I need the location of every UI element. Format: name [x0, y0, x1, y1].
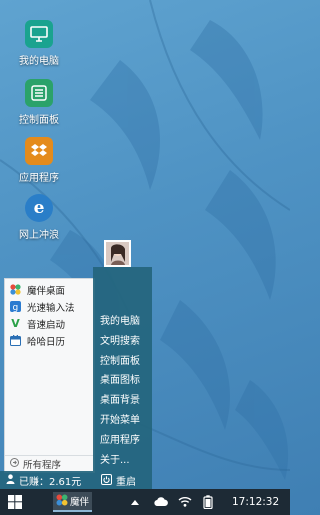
- restart-label: 重启: [116, 477, 136, 488]
- battery-icon[interactable]: [202, 495, 214, 512]
- program-item[interactable]: 哈哈日历: [5, 332, 94, 349]
- v-launcher-icon: V: [11, 317, 20, 330]
- program-item[interactable]: g 光速输入法: [5, 298, 94, 315]
- power-icon: [101, 473, 112, 488]
- menu-link-control-panel[interactable]: 控制面板: [100, 352, 140, 372]
- input-method-icon: g: [10, 301, 21, 312]
- program-item[interactable]: 魔伴桌面: [5, 281, 94, 298]
- start-menu-footer: 已赚：2.61元 重启: [0, 471, 152, 489]
- desktop-icon-internet[interactable]: e 网上冲浪: [12, 194, 66, 241]
- menu-link-applications[interactable]: 应用程序: [100, 431, 140, 451]
- menu-link-desktop-icons[interactable]: 桌面图标: [100, 371, 140, 391]
- program-item[interactable]: V 音速启动: [5, 315, 94, 332]
- user-avatar[interactable]: [104, 240, 131, 267]
- desktop-icon-label: 应用程序: [19, 173, 59, 184]
- desktop-icon-control-panel[interactable]: 控制面板: [12, 79, 66, 126]
- menu-link-search[interactable]: 文明搜索: [100, 332, 140, 352]
- arrow-right-circle-icon: [10, 458, 19, 470]
- taskbar-clock[interactable]: 17:12:32: [232, 496, 279, 508]
- desktop-icon-label: 控制面板: [19, 115, 59, 126]
- control-panel-icon: [25, 79, 53, 107]
- menu-link-desktop-background[interactable]: 桌面背景: [100, 391, 140, 411]
- program-list: 魔伴桌面 g 光速输入法 V 音速启动 哈哈日历 所有程序: [4, 278, 95, 473]
- cloud-icon[interactable]: [154, 496, 168, 510]
- svg-text:g: g: [13, 303, 19, 312]
- user-icon: [6, 474, 15, 487]
- chevron-up-icon[interactable]: [131, 497, 139, 508]
- taskbar-app-moban[interactable]: 魔伴: [53, 492, 92, 512]
- computer-icon: [25, 20, 53, 48]
- restart-button[interactable]: 重启: [101, 473, 136, 488]
- earnings-status: 已赚：2.61元: [6, 473, 81, 488]
- taskbar-app-label: 魔伴: [70, 497, 90, 508]
- start-menu: 魔伴桌面 g 光速输入法 V 音速启动 哈哈日历 所有程序 我的电脑 文明搜索 …: [0, 240, 152, 489]
- menu-link-my-computer[interactable]: 我的电脑: [100, 312, 140, 332]
- desktop-icon-applications[interactable]: 应用程序: [12, 137, 66, 184]
- desktop-icon-label: 我的电脑: [19, 56, 59, 67]
- earnings-text: 已赚：2.61元: [19, 477, 82, 488]
- start-menu-links-panel: 我的电脑 文明搜索 控制面板 桌面图标 桌面背景 开始菜单 应用程序 关于...: [93, 240, 152, 471]
- desktop-icon-my-computer[interactable]: 我的电脑: [12, 20, 66, 67]
- menu-link-start-menu[interactable]: 开始菜单: [100, 411, 140, 431]
- calendar-icon: [10, 335, 21, 346]
- taskbar: 魔伴 17:12:32: [0, 489, 290, 515]
- wifi-icon[interactable]: [178, 496, 192, 510]
- all-programs-button[interactable]: 所有程序: [5, 455, 94, 472]
- windows-start-icon[interactable]: [8, 495, 22, 509]
- desktop-icon-label: 网上冲浪: [19, 230, 59, 241]
- ie-browser-icon: e: [25, 194, 53, 222]
- pinwheel-icon: [10, 284, 21, 295]
- dropbox-icon: [25, 137, 53, 165]
- menu-link-about[interactable]: 关于...: [100, 451, 140, 471]
- pinwheel-icon: [56, 494, 68, 509]
